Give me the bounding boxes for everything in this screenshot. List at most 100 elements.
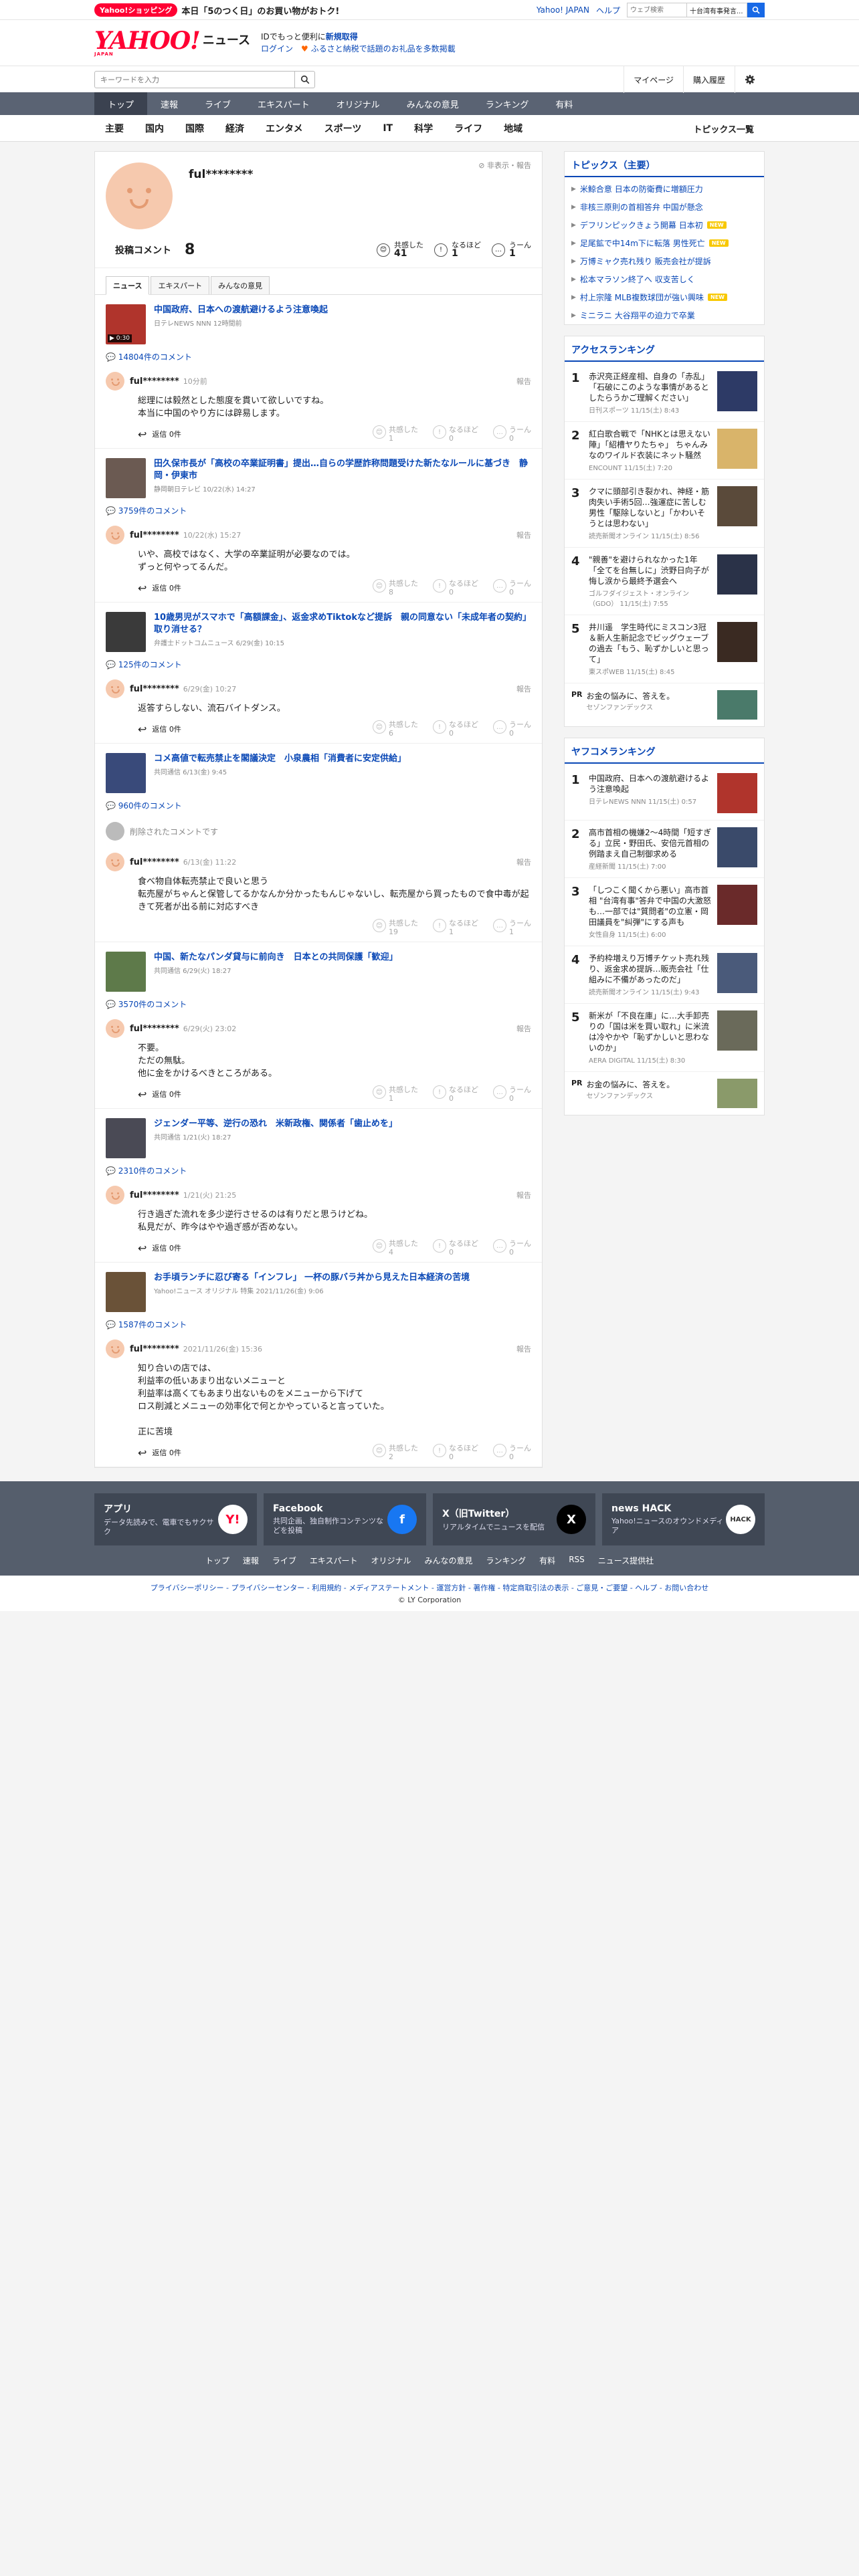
- gnav-ranking[interactable]: ランキング: [472, 92, 543, 115]
- comment-count-link[interactable]: 💬 125件のコメント: [95, 659, 542, 674]
- cat-entertainment[interactable]: エンタメ: [255, 122, 314, 135]
- comment-username[interactable]: ful********: [130, 857, 179, 867]
- reply-button[interactable]: ↩ 返信 0件: [138, 582, 181, 595]
- comment-username[interactable]: ful********: [130, 530, 179, 540]
- report-button[interactable]: 報告: [516, 1190, 531, 1200]
- comment-count-link[interactable]: 💬 3570件のコメント: [95, 998, 542, 1014]
- article-title[interactable]: コメ高値で転売禁止を閣議決定 小泉農相「消費者に安定供給」: [154, 753, 406, 765]
- footer-link[interactable]: 有料: [539, 1555, 555, 1566]
- yahoo-logo[interactable]: YAHOO! JAPAN: [94, 29, 201, 57]
- vote-empathy-button[interactable]: 😊 共感した 19: [373, 919, 418, 936]
- reply-button[interactable]: ↩ 返信 0件: [138, 1242, 181, 1255]
- ranking-title[interactable]: 「しつこく聞くから悪い」高市首相 "台湾有事"答弁で中国の大激怒も…一部では"質…: [589, 885, 712, 928]
- vote-hmm-button[interactable]: … うーん 0: [493, 425, 531, 443]
- vote-empathy-button[interactable]: 😊 共感した 1: [373, 425, 418, 443]
- cat-local[interactable]: 地域: [493, 122, 533, 135]
- article-link[interactable]: コメ高値で転売禁止を閣議決定 小泉農相「消費者に安定供給」 共同通信 6/13(金…: [95, 744, 542, 800]
- vote-empathy-button[interactable]: 😊 共感した 8: [373, 579, 418, 597]
- ranking-title[interactable]: 予約枠増えり万博チケット売れ残り、返金求め提訴…販売会社「仕組みに不備があったの…: [589, 953, 712, 985]
- vote-insight-button[interactable]: ! なるほど 1: [433, 919, 478, 936]
- vote-hmm-button[interactable]: … うーん 0: [493, 1085, 531, 1103]
- ranking-title[interactable]: 赤沢亮正経産相、自身の「赤乱」「石破にこのような事情があるとしたらうかご理解くだ…: [589, 371, 712, 403]
- ranking-title[interactable]: 紅白歌合戦で「NHKとは思えない陣」「紹槽ヤりたちゃ」 ちゃんみなのワイルド衣装…: [589, 429, 712, 461]
- cat-life[interactable]: ライフ: [444, 122, 493, 135]
- report-button[interactable]: 報告: [516, 376, 531, 387]
- vote-insight-button[interactable]: ! なるほど 0: [433, 579, 478, 597]
- footer-card[interactable]: X（旧Twitter） リアルタイムでニュースを配信 X: [433, 1493, 595, 1545]
- ranking-item[interactable]: 5 新米が「不良在庫」に…大手卸売りの「国は米を買い取れ」に米流は冷やかや「恥ずか…: [565, 1004, 764, 1072]
- article-link[interactable]: 中国、新たなパンダ貸与に前向き 日本との共同保護「歓迎」 共同通信 6/29(火)…: [95, 942, 542, 998]
- ranking-item[interactable]: 4 "親善"を避けられなかった1年「全てを台無しに」渋野日向子が悔し涙から最終予選…: [565, 548, 764, 615]
- ranking-title[interactable]: 井川遥 学生時代にミスコン3冠＆新人生新記念でビッグウェーブの過去「もう、恥ずか…: [589, 622, 712, 665]
- article-link[interactable]: ジェンダー平等、逆行の恐れ 米新政権、関係者「歯止めを」 共同通信 1/21(火)…: [95, 1109, 542, 1165]
- ranking-item[interactable]: 2 高市首相の機嫌2〜4時間「短すぎる」立民・野田氏、安倍元首相の例踏まえ自己制御…: [565, 821, 764, 878]
- comment-username[interactable]: ful********: [130, 377, 179, 387]
- vote-insight-button[interactable]: ! なるほど 0: [433, 425, 478, 443]
- footer-link[interactable]: ニュース提供社: [598, 1555, 654, 1566]
- furusato-link[interactable]: ふるさと納税で話題のお礼品を多数掲載: [311, 44, 456, 53]
- gnav-original[interactable]: オリジナル: [323, 92, 393, 115]
- vote-insight-button[interactable]: ! なるほど 0: [433, 720, 478, 738]
- vote-hmm-button[interactable]: … うーん 1: [493, 919, 531, 936]
- ranking-title[interactable]: クマに頭部引き裂かれ、神経・筋肉失い手術5回…強運症に苦しむ男性「駆除しないと」…: [589, 486, 712, 529]
- footer-card[interactable]: アプリ データ先読みで、電車でもサクサク Y!: [94, 1493, 257, 1545]
- gnav-top[interactable]: トップ: [94, 92, 148, 115]
- web-search-suggest[interactable]: 十台湾有事発言...: [687, 3, 747, 17]
- ranking-title[interactable]: 中国政府、日本への渡航避けるよう注意喚起: [589, 773, 712, 794]
- report-button[interactable]: 報告: [516, 683, 531, 694]
- article-title[interactable]: 中国政府、日本への渡航避けるよう注意喚起: [154, 304, 328, 316]
- search-icon[interactable]: [295, 71, 315, 88]
- topic-item[interactable]: ▶ デフリンピックきょう開幕 日本初 NEW: [565, 216, 764, 234]
- article-title[interactable]: ジェンダー平等、逆行の恐れ 米新政権、関係者「歯止めを」: [154, 1118, 397, 1130]
- article-title[interactable]: お手頃ランチに忍び寄る「インフレ」 一杯の豚バラ丼から見えた日本経済の苦境: [154, 1272, 470, 1284]
- gnav-expert[interactable]: エキスパート: [244, 92, 323, 115]
- gear-icon[interactable]: [735, 66, 765, 93]
- comment-count-link[interactable]: 💬 3759件のコメント: [95, 505, 542, 520]
- web-search-input[interactable]: [627, 3, 687, 17]
- legal-link-row[interactable]: プライバシーポリシー - プライバシーセンター - 利用規約 - メディアステー…: [0, 1582, 859, 1593]
- vote-empathy-button[interactable]: 😊 共感した 6: [373, 720, 418, 738]
- ad-item[interactable]: PR お金の悩みに、答えを。 セゾンファンデックス: [565, 683, 764, 726]
- footer-link[interactable]: トップ: [205, 1555, 229, 1566]
- ranking-item[interactable]: 1 中国政府、日本への渡航避けるよう注意喚起 日テレNEWS NNN 11/15(土…: [565, 766, 764, 821]
- tab-expert[interactable]: エキスパート: [151, 276, 210, 294]
- cat-domestic[interactable]: 国内: [134, 122, 175, 135]
- comment-username[interactable]: ful********: [130, 1190, 179, 1200]
- article-link[interactable]: 田久保市長が「高校の卒業証明書」提出…自らの学歴詐称問題受けた新たなルールに基づ…: [95, 449, 542, 505]
- article-title[interactable]: 田久保市長が「高校の卒業証明書」提出…自らの学歴詐称問題受けた新たなルールに基づ…: [154, 458, 531, 482]
- access-ranking-title[interactable]: アクセスランキング: [565, 336, 764, 362]
- footer-card[interactable]: news HACK Yahoo!ニュースのオウンドメディア HACK: [602, 1493, 765, 1545]
- gnav-opinion[interactable]: みんなの意見: [393, 92, 472, 115]
- ranking-item[interactable]: 4 予約枠増えり万博チケット売れ残り、返金求め提訴…販売会社「仕組みに不備があった…: [565, 946, 764, 1004]
- comment-count-link[interactable]: 💬 14804件のコメント: [95, 351, 542, 366]
- login-link[interactable]: ログイン: [261, 44, 293, 53]
- comment-count-link[interactable]: 💬 1587件のコメント: [95, 1319, 542, 1334]
- gnav-live[interactable]: ライブ: [191, 92, 244, 115]
- topics-list-link[interactable]: トピックス一覧: [682, 122, 765, 135]
- comment-username[interactable]: ful********: [130, 1024, 179, 1034]
- topic-item[interactable]: ▶ ミニラニ 大谷翔平の迫力で卒業: [565, 306, 764, 324]
- footer-link[interactable]: エキスパート: [310, 1555, 358, 1566]
- vote-empathy-button[interactable]: 😊 共感した 4: [373, 1239, 418, 1257]
- topic-item[interactable]: ▶ 松本マラソン終了へ 収支苦しく: [565, 270, 764, 288]
- vote-hmm-button[interactable]: … うーん 0: [493, 1444, 531, 1461]
- report-button[interactable]: 報告: [516, 1023, 531, 1034]
- tab-news[interactable]: ニュース: [106, 276, 150, 295]
- topic-title[interactable]: 松本マラソン終了へ 収支苦しく: [580, 274, 695, 285]
- topic-item[interactable]: ▶ 村上宗隆 MLB複数球団が強い興味 NEW: [565, 288, 764, 306]
- footer-link[interactable]: 速報: [243, 1555, 259, 1566]
- topic-item[interactable]: ▶ 非核三原則の首相答弁 中国が懸念: [565, 198, 764, 216]
- ranking-item[interactable]: 2 紅白歌合戦で「NHKとは思えない陣」「紹槽ヤりたちゃ」 ちゃんみなのワイルド衣…: [565, 422, 764, 479]
- mypage-link[interactable]: マイページ: [624, 66, 683, 93]
- topic-item[interactable]: ▶ 万博ミャク売れ残り 販売会社が提訴: [565, 252, 764, 270]
- ranking-title[interactable]: 新米が「不良在庫」に…大手卸売りの「国は米を買い取れ」に米流は冷やかや「恥ずかし…: [589, 1010, 712, 1053]
- ad-item[interactable]: PR お金の悩みに、答えを。 セゾンファンデックス: [565, 1072, 764, 1115]
- ranking-title[interactable]: 高市首相の機嫌2〜4時間「短すぎる」立民・野田氏、安倍元首相の例踏まえ自己制御求…: [589, 827, 712, 859]
- gnav-paid[interactable]: 有料: [542, 92, 586, 115]
- topic-title[interactable]: 足尾鉱で中14m下に転落 男性死亡: [580, 237, 705, 249]
- topic-title[interactable]: 村上宗隆 MLB複数球団が強い興味: [580, 292, 704, 303]
- vote-empathy-button[interactable]: 😊 共感した 1: [373, 1085, 418, 1103]
- cat-sports[interactable]: スポーツ: [314, 122, 373, 135]
- reply-button[interactable]: ↩ 返信 0件: [138, 723, 181, 736]
- article-title[interactable]: 10歳男児がスマホで「高額課金」、返金求めTiktokなど提訴 親の同意ない「未…: [154, 612, 531, 636]
